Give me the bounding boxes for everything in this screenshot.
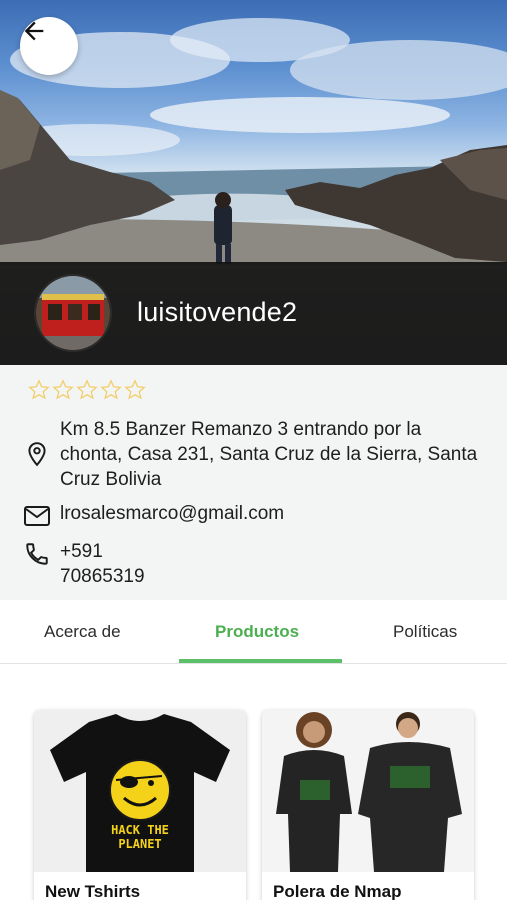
- product-title: New Tshirts: [45, 882, 141, 900]
- product-title: Polera de Nmap: [273, 882, 402, 900]
- email-text[interactable]: lrosalesmarco@gmail.com: [60, 501, 284, 526]
- star-icon: [100, 379, 122, 400]
- arrow-left-icon: [24, 21, 44, 41]
- cover-photo: luisitovende2: [0, 0, 507, 365]
- star-icon: [52, 379, 74, 400]
- shirt-print-text-1: HACK THE: [111, 823, 169, 837]
- product-image: HACK THE PLANET: [34, 710, 246, 872]
- star-icon: [76, 379, 98, 400]
- tab-acerca-de[interactable]: Acerca de: [44, 622, 121, 642]
- star-icon: [28, 379, 50, 400]
- address-text: Km 8.5 Banzer Remanzo 3 entrando por la …: [60, 419, 478, 490]
- active-tab-indicator: [179, 659, 342, 663]
- product-card[interactable]: HACK THE PLANET New Tshirts: [34, 710, 246, 900]
- back-button[interactable]: [20, 17, 78, 75]
- rating-stars: [27, 378, 147, 402]
- phone-text[interactable]: +591 70865319: [60, 539, 145, 589]
- tab-bar: Acerca de Productos Políticas: [0, 600, 507, 664]
- avatar[interactable]: [34, 274, 112, 352]
- username: luisitovende2: [137, 297, 298, 327]
- location-pin-icon: [22, 439, 52, 469]
- shirt-print-text-2: PLANET: [118, 837, 161, 851]
- tab-productos[interactable]: Productos: [215, 622, 299, 642]
- product-image: [262, 710, 474, 872]
- product-card[interactable]: Polera de Nmap: [262, 710, 474, 900]
- mail-icon: [22, 501, 52, 531]
- avatar-image: [36, 276, 110, 350]
- tab-politicas[interactable]: Políticas: [393, 622, 457, 642]
- phone-icon: [22, 539, 52, 569]
- star-icon: [124, 379, 146, 400]
